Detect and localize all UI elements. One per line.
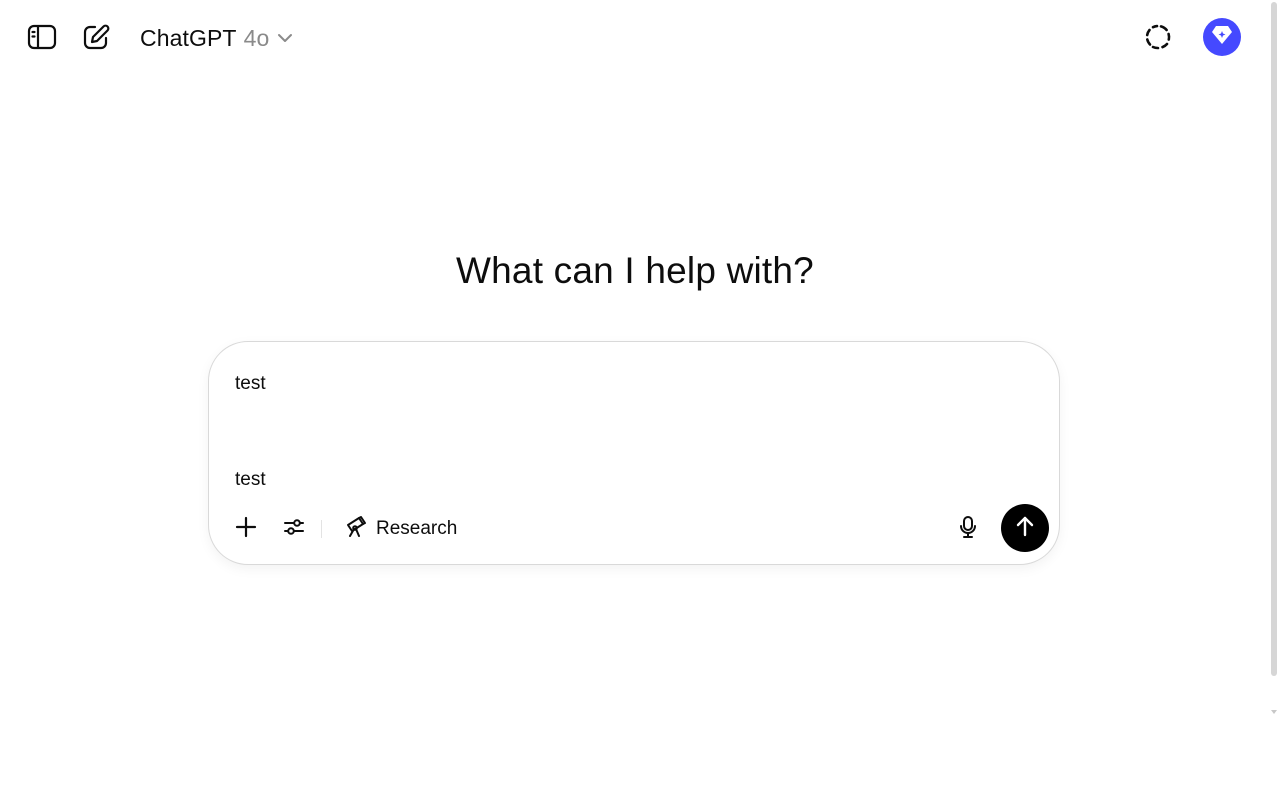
prompt-line: test [235,469,266,490]
sidebar-toggle-icon [27,24,57,50]
scrollbar-down-arrow[interactable] [1271,710,1277,714]
sliders-icon [283,517,305,542]
research-button[interactable]: Research [335,510,467,548]
toolbar-divider [321,520,322,538]
prompt-input[interactable]: test test [235,368,1025,504]
temporary-chat-button[interactable] [1138,17,1178,57]
sidebar-toggle-button[interactable] [22,17,62,57]
page-title: What can I help with? [456,250,814,291]
microphone-icon [958,515,978,544]
page-scrollbar[interactable] [1270,0,1278,800]
prompt-line-blank [235,400,1025,464]
diamond-sparkle-icon [1211,25,1233,50]
chat-page: ChatGPT 4o What can I help with? test te… [0,0,1280,800]
plus-icon [235,516,257,543]
voice-input-button[interactable] [949,510,987,548]
send-button[interactable] [1001,504,1049,552]
edit-pencil-icon [82,23,110,51]
model-version: 4o [243,24,270,51]
model-selector[interactable]: ChatGPT 4o [134,20,299,56]
attach-button[interactable] [227,510,265,548]
tools-button[interactable] [275,510,313,548]
prompt-line: test [235,373,266,394]
scrollbar-thumb[interactable] [1271,2,1277,676]
message-composer: test test Research [208,341,1060,565]
new-chat-button[interactable] [76,17,116,57]
model-name: ChatGPT [140,24,237,51]
top-bar: ChatGPT 4o [0,0,1270,76]
telescope-icon [345,515,367,543]
chevron-down-icon [277,33,293,43]
research-label: Research [376,518,458,539]
upgrade-button[interactable] [1203,18,1241,56]
dashed-circle-icon [1144,23,1172,51]
arrow-up-icon [1015,515,1035,542]
